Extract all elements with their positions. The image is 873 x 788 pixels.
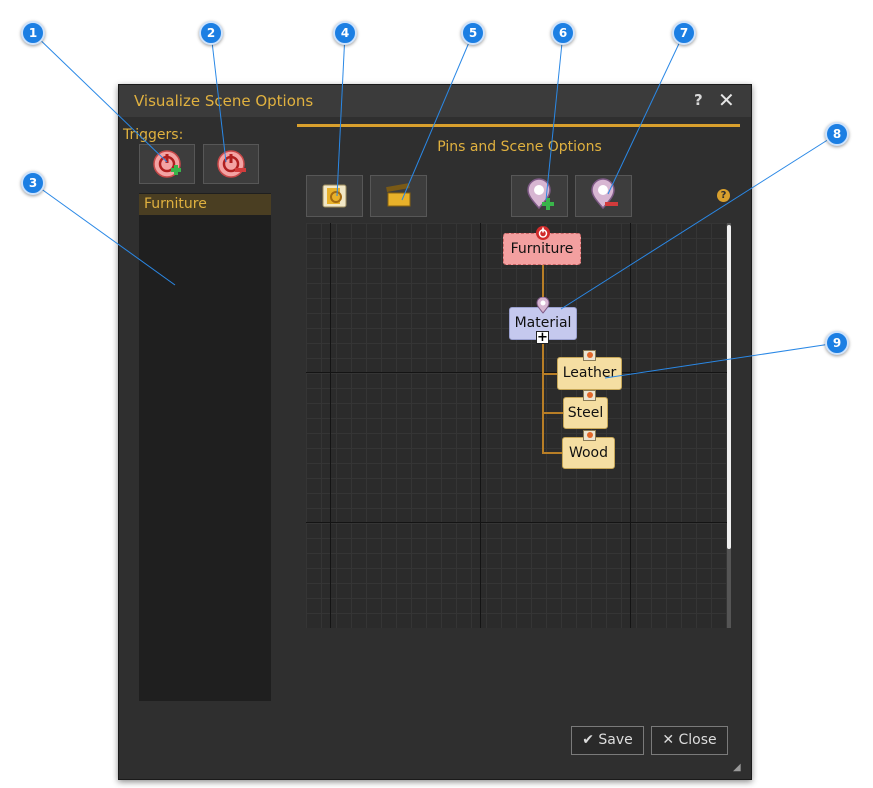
callout-badge: 4	[333, 21, 357, 45]
remove-trigger-button[interactable]	[203, 144, 259, 184]
trigger-settings-button[interactable]	[306, 175, 363, 217]
scene-icon	[583, 430, 596, 441]
connector-line	[542, 265, 544, 305]
add-trigger-button[interactable]	[139, 144, 195, 184]
add-trigger-icon	[153, 150, 181, 178]
checkmark-icon: ✔	[582, 732, 594, 748]
grid-line	[306, 372, 728, 373]
section-divider	[297, 124, 740, 127]
info-icon[interactable]: ?	[717, 189, 730, 202]
callout-badge: 1	[21, 21, 45, 45]
add-pin-button[interactable]	[511, 175, 568, 217]
tree-node-leaf[interactable]: Leather	[557, 357, 622, 390]
close-button[interactable]: ✕ Close	[651, 726, 728, 755]
scene-icon	[583, 350, 596, 361]
tree-node-leaf[interactable]: Steel	[563, 397, 608, 429]
grid-line	[630, 223, 631, 628]
connector-line	[542, 452, 562, 454]
tree-node-leaf[interactable]: Wood	[562, 437, 615, 469]
save-label: Save	[598, 732, 633, 748]
scrollbar-thumb[interactable]	[727, 225, 731, 549]
tree-node-root[interactable]: Furniture	[503, 233, 581, 265]
callout-badge: 6	[551, 21, 575, 45]
callout-badge: 3	[21, 171, 45, 195]
visualize-scene-options-dialog: Visualize Scene Options ? ✕ Triggers: Fu…	[118, 84, 752, 780]
trigger-settings-icon	[322, 184, 347, 208]
trigger-list-item[interactable]: Furniture	[139, 194, 271, 215]
dialog-title: Visualize Scene Options	[134, 92, 314, 110]
close-label: Close	[678, 732, 717, 748]
close-icon[interactable]: ✕	[718, 88, 735, 112]
help-button[interactable]: ?	[694, 91, 703, 109]
save-button[interactable]: ✔ Save	[571, 726, 644, 755]
scene-tree-canvas[interactable]: Furniture Material + Leather Steel Wood	[306, 223, 731, 628]
close-x-icon: ✕	[662, 732, 675, 748]
trigger-list[interactable]: Furniture	[139, 193, 271, 701]
scene-options-button[interactable]	[370, 175, 427, 217]
add-pin-icon	[527, 178, 554, 210]
resize-grip-icon[interactable]: ◢	[733, 763, 743, 773]
triggers-label: Triggers:	[123, 127, 184, 143]
remove-pin-button[interactable]	[575, 175, 632, 217]
callout-badge: 9	[825, 331, 849, 355]
expand-toggle[interactable]: +	[536, 331, 549, 344]
remove-trigger-icon	[217, 150, 246, 178]
grid-line	[480, 223, 481, 628]
title-bar[interactable]: Visualize Scene Options ? ✕	[119, 85, 751, 117]
grid-line	[306, 522, 728, 523]
callout-badge: 7	[672, 21, 696, 45]
callout-badge: 8	[825, 122, 849, 146]
callout-badge: 2	[199, 21, 223, 45]
callout-badge: 5	[461, 21, 485, 45]
pins-panel-title: Pins and Scene Options	[437, 139, 602, 155]
scene-icon	[583, 390, 596, 401]
connector-line	[542, 344, 544, 454]
grid-line	[330, 223, 331, 628]
remove-pin-icon	[591, 178, 618, 210]
scene-clapper-icon	[386, 183, 411, 207]
